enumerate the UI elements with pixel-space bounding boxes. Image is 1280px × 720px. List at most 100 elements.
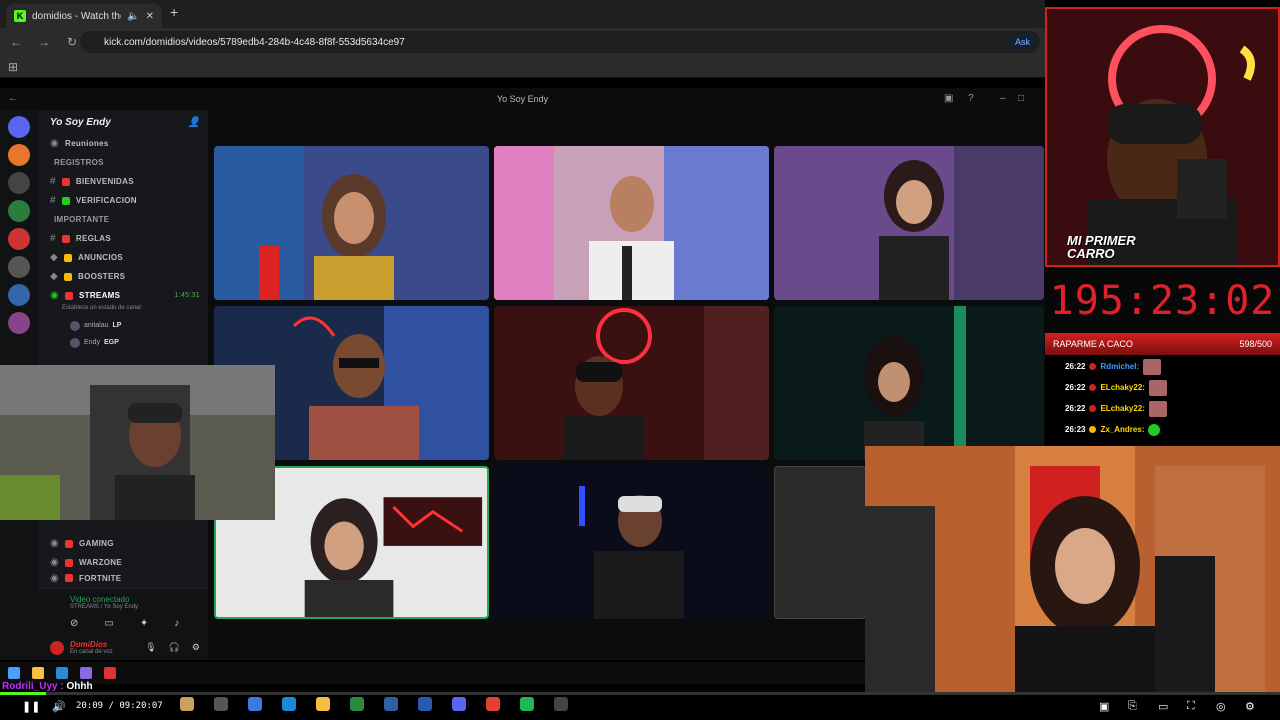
voice-user[interactable]: anitalau LP bbox=[38, 317, 208, 334]
app-icon[interactable] bbox=[418, 697, 432, 711]
video-tile[interactable] bbox=[214, 146, 489, 300]
fullscreen-icon[interactable]: ⛶ bbox=[1187, 700, 1195, 713]
forward-icon[interactable]: → bbox=[32, 35, 56, 49]
guild-header[interactable]: Yo Soy Endy 👤 bbox=[38, 110, 208, 134]
video-tile[interactable] bbox=[494, 146, 769, 300]
channel-label: STREAMS bbox=[79, 291, 121, 300]
folder-icon[interactable] bbox=[316, 697, 330, 711]
close-tab-icon[interactable]: ✕ bbox=[146, 11, 154, 22]
edge-icon[interactable] bbox=[56, 667, 68, 679]
voice-user[interactable]: Endy EGP bbox=[38, 334, 208, 351]
browser-tab[interactable]: K domidios - Watch the VOD 🔈 ✕ bbox=[6, 4, 162, 28]
app-icon[interactable] bbox=[248, 697, 262, 711]
channel-fortnite[interactable]: ◉ FORTNITE bbox=[38, 572, 208, 584]
video-tile[interactable] bbox=[774, 306, 1044, 460]
server-icon[interactable] bbox=[8, 144, 30, 166]
badge-icon bbox=[65, 574, 74, 582]
badge-icon bbox=[1089, 426, 1097, 433]
theater-mode-icon[interactable]: ▣ bbox=[1099, 700, 1109, 713]
bottom-chat-line: Rodrili_Uyy : Ohhh bbox=[2, 681, 93, 692]
gear-icon[interactable]: ⚙ bbox=[1245, 700, 1255, 713]
edge-icon[interactable] bbox=[282, 697, 296, 711]
video-tile-empty[interactable] bbox=[774, 466, 866, 619]
avatar[interactable] bbox=[50, 640, 64, 655]
apps-grid-icon[interactable]: ⊞ bbox=[8, 60, 18, 74]
gear-icon[interactable]: ⚙ bbox=[192, 642, 200, 653]
activities-icon[interactable]: ✦ bbox=[140, 618, 148, 629]
clip-icon[interactable]: ⎘ bbox=[1128, 700, 1137, 713]
seek-bar[interactable] bbox=[0, 692, 1280, 695]
ask-button[interactable]: Ask bbox=[1008, 34, 1036, 50]
inbox-icon[interactable]: ▣ bbox=[944, 93, 953, 104]
server-icon[interactable] bbox=[8, 228, 30, 250]
pip-icon[interactable]: ▭ bbox=[1158, 700, 1168, 713]
app-icon[interactable] bbox=[180, 697, 194, 711]
screen-share-icon[interactable]: ▭ bbox=[104, 618, 113, 629]
back-icon[interactable]: ← bbox=[8, 93, 18, 104]
channel-boosters[interactable]: ◆ BOOSTERS bbox=[38, 267, 208, 286]
new-tab-icon[interactable]: + bbox=[170, 4, 178, 20]
help-icon[interactable]: ? bbox=[968, 93, 974, 104]
channel-label: FORTNITE bbox=[79, 573, 122, 583]
task-view-icon[interactable] bbox=[214, 697, 228, 711]
voice-icon: ◉ bbox=[50, 290, 60, 301]
kick-logo-icon: K bbox=[14, 10, 26, 22]
channel-label: VERIFICACION bbox=[75, 196, 137, 205]
channel-label: Reuniones bbox=[65, 139, 109, 148]
check-icon bbox=[61, 196, 70, 205]
server-icon[interactable] bbox=[8, 256, 30, 278]
subathon-timer: 195:23:02 bbox=[1045, 270, 1280, 332]
channel-reuniones[interactable]: ◉ Reuniones bbox=[38, 134, 208, 153]
channel-bienvenidas[interactable]: # BIENVENIDAS bbox=[38, 172, 208, 191]
chat-user: ELchaky22: bbox=[1100, 404, 1145, 413]
category-registros[interactable]: REGISTROS bbox=[38, 153, 208, 172]
camera-off-icon[interactable]: ⊘ bbox=[70, 618, 78, 629]
pause-icon[interactable]: ❚❚ bbox=[22, 700, 40, 713]
category-importante[interactable]: IMPORTANTE bbox=[38, 210, 208, 229]
store-icon[interactable] bbox=[350, 697, 364, 711]
chat-user: ELchaky22: bbox=[1100, 383, 1145, 392]
video-tile[interactable] bbox=[494, 466, 769, 619]
speed-icon[interactable]: ◎ bbox=[1216, 700, 1226, 713]
server-icon[interactable] bbox=[8, 312, 30, 334]
speaker-icon[interactable]: 🔈 bbox=[127, 11, 139, 22]
emote-icon bbox=[1148, 379, 1167, 396]
channel-anuncios[interactable]: ◆ ANUNCIOS bbox=[38, 248, 208, 267]
voice-user-tag: LP bbox=[112, 322, 122, 329]
volume-icon[interactable]: 🔊 bbox=[52, 700, 66, 713]
bookmarks-bar: ⊞ bbox=[0, 56, 1045, 78]
channel-verificacion[interactable]: # VERIFICACION bbox=[38, 191, 208, 210]
steam-icon[interactable] bbox=[384, 697, 398, 711]
discord-home-icon[interactable] bbox=[8, 116, 30, 138]
folder-icon[interactable] bbox=[32, 667, 44, 679]
microphone-icon[interactable]: 🎙 bbox=[145, 642, 156, 653]
channel-reglas[interactable]: # REGLAS bbox=[38, 229, 208, 248]
app-icon[interactable] bbox=[80, 667, 92, 679]
app-icon[interactable] bbox=[554, 697, 568, 711]
app-icon[interactable] bbox=[104, 667, 116, 679]
headphones-icon[interactable]: 🎧 bbox=[169, 642, 180, 653]
soundboard-icon[interactable]: ♪ bbox=[174, 618, 179, 629]
voice-icon: ◉ bbox=[50, 557, 60, 568]
cam-caption: MI PRIMER CARRO bbox=[1067, 233, 1136, 261]
goal-count: 598/500 bbox=[1239, 339, 1272, 349]
chrome-icon[interactable] bbox=[486, 697, 500, 711]
add-user-icon[interactable]: 👤 bbox=[188, 117, 200, 128]
start-icon[interactable] bbox=[8, 667, 20, 679]
windows-taskbar bbox=[0, 662, 865, 684]
server-icon[interactable] bbox=[8, 172, 30, 194]
channel-gaming[interactable]: ◉ GAMING bbox=[38, 534, 208, 553]
chat-time: 26:23 bbox=[1065, 425, 1086, 434]
back-icon[interactable]: ← bbox=[4, 35, 28, 49]
server-icon[interactable] bbox=[8, 200, 30, 222]
video-tile[interactable] bbox=[774, 146, 1044, 300]
video-tile[interactable] bbox=[494, 306, 769, 460]
url-bar[interactable]: kick.com/domidios/videos/5789edb4-284b-4… bbox=[80, 31, 1040, 53]
server-icon[interactable] bbox=[8, 284, 30, 306]
spotify-icon[interactable] bbox=[520, 697, 534, 711]
minimize-icon[interactable]: – bbox=[1000, 93, 1006, 104]
channel-warzone[interactable]: ◉ WARZONE bbox=[38, 553, 208, 572]
discord-icon[interactable] bbox=[452, 697, 466, 711]
maximize-icon[interactable]: □ bbox=[1018, 93, 1024, 104]
channel-streams[interactable]: ◉ STREAMS 1:45:31 bbox=[38, 286, 208, 305]
